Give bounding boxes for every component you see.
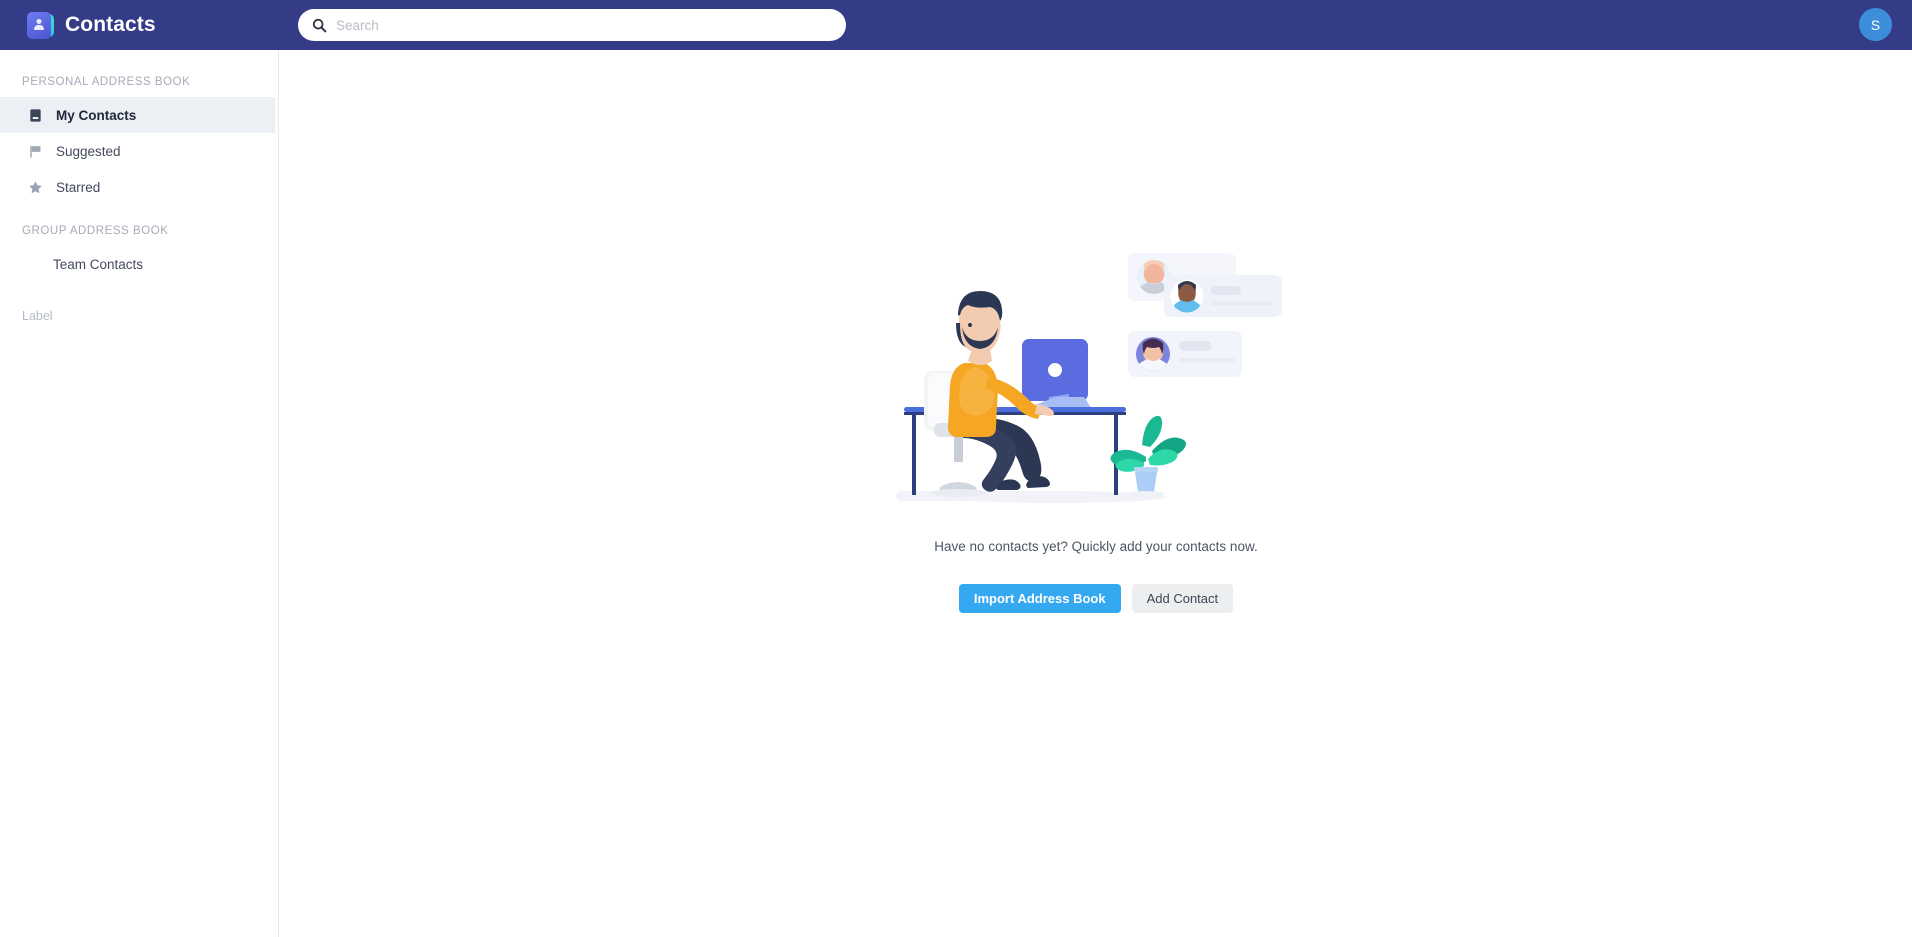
logo-person-glyph xyxy=(34,18,45,32)
sidebar-item-label: Team Contacts xyxy=(53,256,144,272)
sidebar-item-label: My Contacts xyxy=(56,107,137,123)
empty-state-actions: Import Address Book Add Contact xyxy=(958,584,1234,613)
search-bar[interactable] xyxy=(298,9,846,41)
flag-icon xyxy=(30,145,41,158)
empty-state-message: Have no contacts yet? Quickly add your c… xyxy=(934,539,1258,554)
import-address-book-button[interactable]: Import Address Book xyxy=(958,584,1121,613)
logo-front-sheet xyxy=(27,11,51,39)
app-header: Contacts S xyxy=(0,0,1912,50)
person-at-desk-with-contact-cards-illustration xyxy=(896,253,1282,503)
sidebar-group-list: Team Contacts xyxy=(0,246,278,282)
sidebar-section-personal-title: PERSONAL ADDRESS BOOK xyxy=(22,76,191,88)
main-content: Have no contacts yet? Quickly add your c… xyxy=(280,50,1912,937)
brand: Contacts xyxy=(27,11,277,39)
empty-state: Have no contacts yet? Quickly add your c… xyxy=(776,245,1416,613)
search-input[interactable] xyxy=(336,17,832,33)
search-icon xyxy=(312,18,327,32)
sidebar-item-suggested[interactable]: Suggested xyxy=(0,133,275,169)
star-icon xyxy=(29,180,42,193)
book-icon xyxy=(30,108,41,122)
sidebar: PERSONAL ADDRESS BOOK My Contacts Sugges… xyxy=(0,50,279,937)
sidebar-section-label-title: Label xyxy=(22,309,53,323)
sidebar-section-group-title: GROUP ADDRESS BOOK xyxy=(22,225,169,237)
contacts-book-icon xyxy=(27,11,54,39)
sidebar-personal-list: My Contacts Suggested Starred xyxy=(0,97,278,205)
logo-person-head xyxy=(36,18,42,24)
sidebar-item-my-contacts[interactable]: My Contacts xyxy=(0,97,275,133)
sidebar-item-team-contacts[interactable]: Team Contacts xyxy=(0,246,275,282)
add-contact-button[interactable]: Add Contact xyxy=(1131,584,1234,613)
app-title: Contacts xyxy=(65,13,156,36)
avatar[interactable]: S xyxy=(1859,8,1892,41)
sidebar-item-label: Suggested xyxy=(56,143,121,159)
sidebar-item-label: Starred xyxy=(56,179,101,195)
sidebar-item-starred[interactable]: Starred xyxy=(0,169,275,205)
logo-person-body xyxy=(34,24,44,30)
